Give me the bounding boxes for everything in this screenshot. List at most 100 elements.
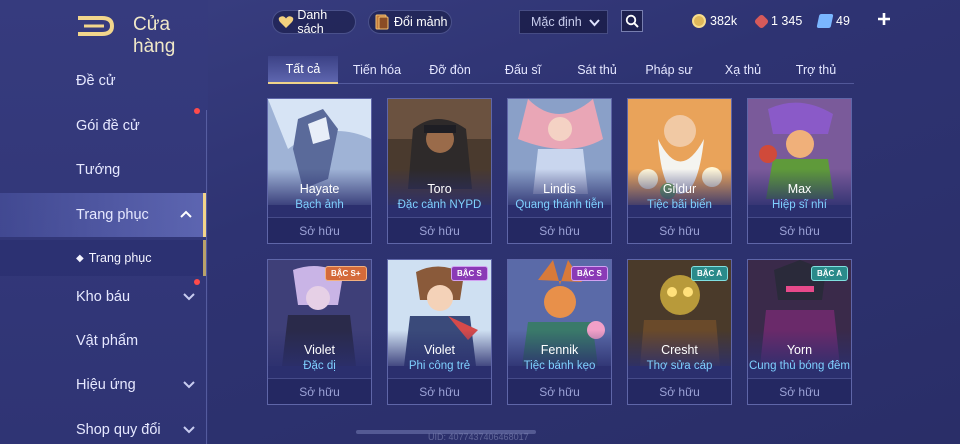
tier-badge: BẬC A	[691, 266, 729, 281]
tab-support[interactable]: Trợ thủ	[784, 56, 848, 84]
search-button[interactable]	[621, 10, 643, 32]
tab-evolution[interactable]: Tiến hóa	[344, 56, 410, 84]
sidebar-item-label: Hiệu ứng	[76, 377, 136, 393]
skin-name: Phi công trẻ	[408, 360, 471, 372]
sidebar-item-bundles[interactable]: Gói đề cử	[0, 104, 206, 148]
tab-all[interactable]: Tất cả	[268, 56, 338, 84]
skin-name: Quang thánh tiễn	[515, 199, 604, 211]
hero-name: Cresht	[661, 343, 698, 357]
tier-badge: BẬC S+	[325, 266, 367, 281]
sidebar-item-label: Vật phẩm	[76, 333, 139, 349]
sidebar-item-label: Tướng	[76, 162, 121, 178]
hero-name: Lindis	[543, 182, 576, 196]
tier-badge: BẬC A	[811, 266, 849, 281]
chevron-down-icon	[183, 381, 195, 389]
chevron-down-icon	[183, 293, 195, 301]
hero-name: Violet	[423, 343, 456, 357]
sidebar-subitem-skins[interactable]: ◆ Trang phục	[0, 240, 206, 276]
sidebar: Cửa hàng Đề cử Gói đề cử Tướng Trang phụ…	[0, 0, 208, 444]
sort-dropdown-value: Mặc định	[531, 15, 582, 29]
tab-marksman[interactable]: Xạ thủ	[714, 56, 772, 84]
list-button-label: Danh sách	[297, 8, 328, 36]
sort-dropdown[interactable]: Mặc định	[519, 10, 608, 34]
ruby-value: 1 345	[771, 14, 803, 28]
back-arrow-icon[interactable]	[72, 12, 118, 40]
sidebar-divider	[206, 110, 207, 444]
skin-card[interactable]: Max Hiệp sĩ nhí Sở hữu	[747, 98, 852, 244]
gold-coin-icon	[692, 14, 706, 28]
voucher-value: 49	[836, 14, 850, 28]
skin-card[interactable]: BẬC S Violet Phi công trẻ Sở hữu	[387, 259, 492, 405]
hero-name: Fennik	[540, 343, 579, 357]
sidebar-item-label: Trang phục	[76, 207, 149, 223]
shard-card-icon	[372, 12, 392, 32]
owned-status: Sở hữu	[748, 217, 851, 243]
bullet-icon: ◆	[76, 252, 84, 264]
gold-balance: 382k	[692, 12, 737, 30]
skin-name: Tiệc bánh kẹo	[523, 360, 596, 372]
skin-card[interactable]: Toro Đặc cảnh NYPD Sở hữu	[387, 98, 492, 244]
sidebar-item-effects[interactable]: Hiệu ứng	[0, 363, 206, 407]
skin-card[interactable]: Lindis Quang thánh tiễn Sở hữu	[507, 98, 612, 244]
skin-card[interactable]: BẬC S+ Violet Đặc dị Sở hữu	[267, 259, 372, 405]
sidebar-item-label: Gói đề cử	[76, 118, 140, 134]
sidebar-item-skins[interactable]: Trang phục	[0, 193, 206, 237]
skin-name: Đặc cảnh NYPD	[397, 199, 482, 211]
owned-status: Sở hữu	[748, 378, 851, 404]
tier-badge: BẬC S	[571, 266, 608, 281]
tab-mage[interactable]: Pháp sư	[636, 56, 702, 84]
skin-name: Hiệp sĩ nhí	[772, 199, 827, 211]
owned-status: Sở hữu	[628, 378, 731, 404]
sidebar-item-heroes[interactable]: Tướng	[0, 148, 206, 192]
owned-status: Sở hữu	[508, 378, 611, 404]
list-button[interactable]: Danh sách	[272, 8, 356, 36]
owned-status: Sở hữu	[268, 378, 371, 404]
search-icon	[625, 14, 639, 28]
skin-name: Tiệc bãi biển	[647, 199, 712, 211]
sidebar-item-label: Đề cử	[76, 73, 116, 89]
page-title: Cửa hàng	[133, 14, 176, 57]
skin-card[interactable]: Hayate Bạch ảnh Sở hữu	[267, 98, 372, 244]
owned-status: Sở hữu	[628, 217, 731, 243]
hero-name: Violet	[303, 343, 336, 357]
notification-dot	[194, 108, 200, 114]
voucher-balance: 49	[816, 12, 850, 30]
sidebar-item-items[interactable]: Vật phẩm	[0, 319, 206, 363]
owned-status: Sở hữu	[388, 217, 491, 243]
chevron-down-icon	[589, 19, 600, 27]
hero-name: Hayate	[299, 182, 340, 196]
skin-card[interactable]: BẬC A Cresht Thợ sửa cáp Sở hữu	[627, 259, 732, 405]
tier-badge: BẬC S	[451, 266, 488, 281]
skin-card[interactable]: Gildur Tiệc bãi biển Sở hữu	[627, 98, 732, 244]
plus-icon[interactable]	[876, 11, 892, 27]
exchange-shards-button[interactable]: Đổi mảnh	[368, 10, 452, 34]
hero-name: Max	[787, 182, 812, 196]
sidebar-item-recommended[interactable]: Đề cử	[0, 59, 206, 103]
heart-icon	[276, 12, 295, 32]
voucher-icon	[816, 14, 834, 28]
sidebar-item-exchange-shop[interactable]: Shop quy đổi	[0, 408, 206, 444]
skin-name: Thợ sửa cáp	[646, 360, 713, 372]
sidebar-subitem-label: Trang phục	[88, 251, 152, 265]
tab-assassin[interactable]: Sát thủ	[566, 56, 628, 84]
owned-status: Sở hữu	[508, 217, 611, 243]
skin-name: Đặc dị	[303, 360, 336, 372]
skin-name: Cung thủ bóng đêm	[748, 360, 851, 372]
owned-status: Sở hữu	[268, 217, 371, 243]
role-tabs: Tất cả Tiến hóa Đỡ đòn Đấu sĩ Sát thủ Ph…	[268, 56, 854, 84]
sidebar-item-treasure[interactable]: Kho báu	[0, 275, 206, 319]
owned-status: Sở hữu	[388, 378, 491, 404]
sidebar-item-label: Shop quy đổi	[76, 422, 161, 438]
ruby-icon	[753, 13, 770, 29]
gold-value: 382k	[710, 14, 738, 28]
uid-label: UID: 4077437406468017	[428, 432, 529, 442]
skin-card[interactable]: BẬC S Fennik Tiệc bánh kẹo Sở hữu	[507, 259, 612, 405]
tab-tank[interactable]: Đỡ đòn	[418, 56, 482, 84]
tab-fighter[interactable]: Đấu sĩ	[492, 56, 554, 84]
skin-card[interactable]: BẬC A Yorn Cung thủ bóng đêm Sở hữu	[747, 259, 852, 405]
chevron-up-icon	[180, 210, 192, 218]
skin-name: Bạch ảnh	[295, 199, 344, 211]
hero-name: Gildur	[662, 182, 697, 196]
chevron-down-icon	[183, 426, 195, 434]
ruby-balance: 1 345	[753, 12, 803, 30]
